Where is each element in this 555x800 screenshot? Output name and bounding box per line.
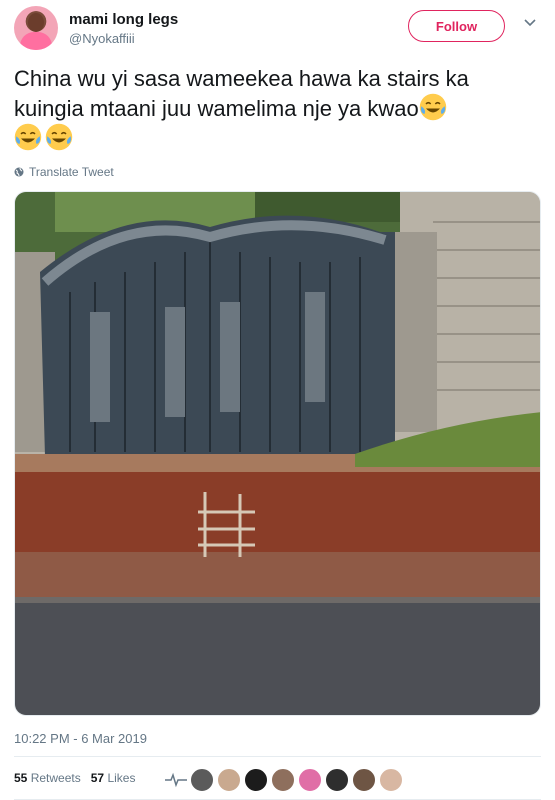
liker-avatars — [165, 768, 403, 792]
laughing-crying-emoji-icon — [14, 123, 42, 151]
tweet-text: China wu yi sasa wameekea hawa ka stairs… — [14, 64, 541, 153]
avatar[interactable] — [298, 768, 322, 792]
globe-icon — [14, 167, 24, 177]
heartbeat-icon — [165, 772, 187, 788]
retweets-stat[interactable]: 55 Retweets — [14, 771, 81, 785]
likes-label: Likes — [107, 771, 136, 785]
avatar[interactable] — [325, 768, 349, 792]
laughing-crying-emoji-icon — [419, 93, 446, 121]
likes-stat[interactable]: 57 Likes — [91, 771, 136, 785]
display-name[interactable]: mami long legs — [69, 11, 178, 28]
retweets-label: Retweets — [30, 771, 81, 785]
translate-tweet-link[interactable]: Translate Tweet — [14, 165, 114, 179]
follow-button[interactable]: Follow — [408, 10, 505, 42]
avatar[interactable] — [244, 768, 268, 792]
translate-label: Translate Tweet — [29, 165, 114, 179]
user-handle[interactable]: @Nyokaffiii — [69, 31, 135, 46]
divider — [14, 756, 541, 757]
chevron-down-icon[interactable] — [522, 14, 538, 30]
laughing-crying-emoji-icon — [45, 123, 73, 151]
avatar[interactable] — [271, 768, 295, 792]
avatar[interactable] — [190, 768, 214, 792]
avatar[interactable] — [217, 768, 241, 792]
tweet-timestamp[interactable]: 10:22 PM - 6 Mar 2019 — [14, 731, 147, 746]
tweet-body: China wu yi sasa wameekea hawa ka stairs… — [14, 66, 469, 121]
avatar[interactable] — [379, 768, 403, 792]
tweet-photo[interactable] — [14, 191, 541, 716]
avatar[interactable] — [352, 768, 376, 792]
likes-count: 57 — [90, 771, 105, 785]
tweet-header: mami long legs @Nyokaffiii Follow — [14, 6, 541, 52]
tweet-stats: 55 Retweets 57 Likes — [14, 771, 135, 785]
retweets-count: 55 — [14, 771, 28, 785]
avatar[interactable] — [14, 6, 58, 50]
